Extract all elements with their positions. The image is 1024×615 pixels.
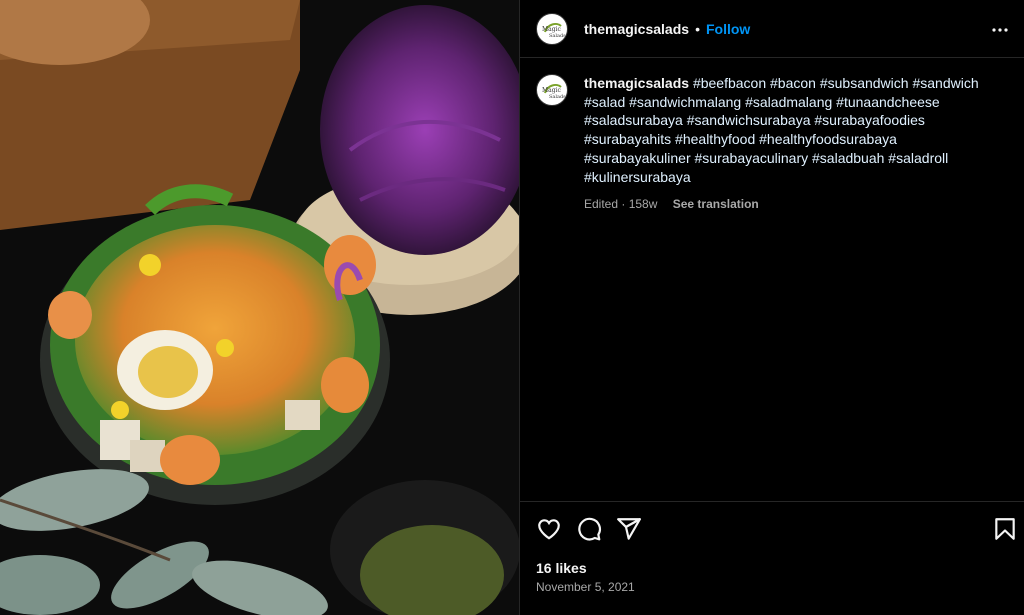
post-header: Magic Salads themagicsalads • Follow	[520, 0, 1024, 58]
magic-salads-logo: Magic Salads	[538, 76, 566, 104]
caption-meta: Edited · 158w See translation	[584, 195, 1004, 214]
caption-avatar[interactable]: Magic Salads	[536, 74, 568, 106]
svg-text:Magic: Magic	[542, 87, 561, 94]
svg-text:Magic: Magic	[542, 26, 561, 33]
likes-count[interactable]: 16 likes	[536, 560, 587, 576]
comment-icon[interactable]	[576, 516, 602, 542]
avatar[interactable]: Magic Salads	[536, 12, 568, 45]
separator-dot: •	[695, 20, 700, 37]
post-details-panel: Magic Salads themagicsalads • Follow Mag…	[520, 0, 1024, 615]
share-icon[interactable]	[616, 516, 642, 542]
bookmark-icon[interactable]	[992, 516, 1018, 542]
caption: Magic Salads themagicsalads #beefbacon #…	[536, 74, 1008, 214]
caption-username[interactable]: themagicsalads	[584, 75, 689, 91]
edited-timestamp: Edited · 158w	[584, 197, 658, 212]
post-actions: 16 likes November 5, 2021	[520, 501, 1024, 615]
more-options-icon[interactable]	[988, 18, 1012, 42]
post-photo[interactable]	[0, 0, 519, 615]
caption-body: themagicsalads #beefbacon #bacon #subsan…	[584, 74, 1004, 214]
post-username[interactable]: themagicsalads	[584, 21, 689, 37]
post-date[interactable]: November 5, 2021	[536, 580, 635, 594]
caption-hashtags[interactable]: #beefbacon #bacon #subsandwich #sandwich…	[584, 75, 979, 185]
salad-photo-image	[0, 0, 519, 615]
svg-text:Salads: Salads	[549, 94, 566, 100]
heart-icon[interactable]	[536, 516, 562, 542]
see-translation-link[interactable]: See translation	[673, 197, 759, 211]
magic-salads-logo: Magic Salads	[538, 14, 566, 43]
svg-text:Salads: Salads	[549, 33, 566, 39]
follow-button[interactable]: Follow	[706, 21, 750, 37]
